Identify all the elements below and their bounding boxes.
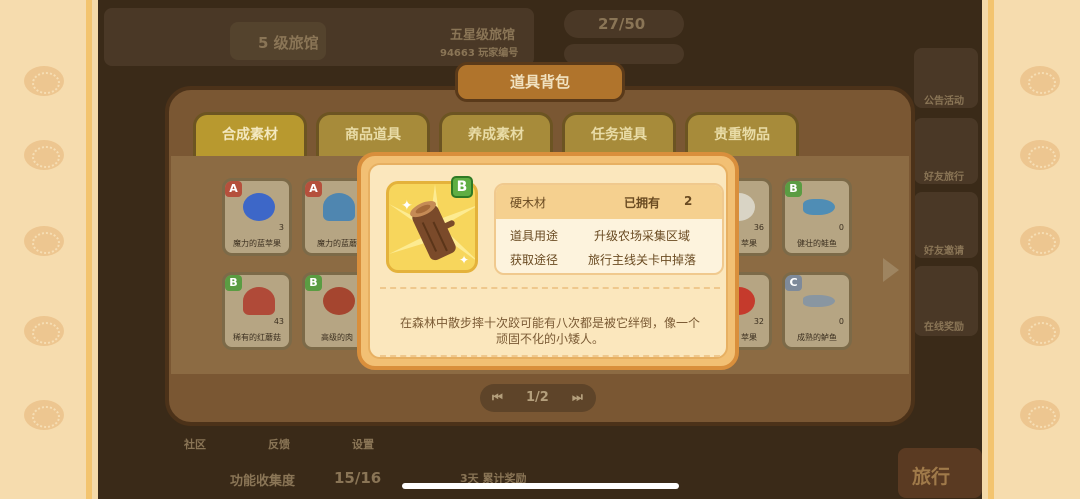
tab-quest-items[interactable]: 任务道具 (562, 112, 676, 156)
last-page-icon[interactable]: ⏭ (572, 390, 583, 405)
secondary-bar (564, 44, 684, 64)
grade-badge: C (785, 275, 802, 291)
paw-pattern-icon (24, 226, 64, 256)
grade-badge: B (451, 176, 473, 198)
paw-pattern-icon (1020, 400, 1060, 430)
nav-settings[interactable]: 设置 (352, 436, 374, 452)
item-slot[interactable]: C 0 成熟的鲈鱼 (782, 272, 852, 350)
left-pattern-panel (0, 0, 92, 499)
source-value: 旅行主线关卡中掉落 (588, 253, 697, 267)
side-menu-label: 公告活动 (924, 96, 964, 107)
bass-icon (803, 295, 835, 307)
travel-button-label: 旅行 (912, 466, 951, 488)
item-name: 成熟的鲈鱼 (797, 333, 837, 342)
tab-growth-materials[interactable]: 养成素材 (439, 112, 553, 156)
hotel-level-text: 5 级旅馆 (258, 34, 319, 52)
item-name: 硬木材 (510, 196, 547, 210)
svg-text:✦: ✦ (459, 253, 469, 267)
hotel-name-text: 五星级旅馆 (450, 28, 516, 43)
divider (380, 287, 720, 289)
item-count: 3 (278, 223, 284, 232)
meat-icon (323, 287, 355, 315)
item-detail-popup: ✦ ✦ 硬木材 已拥有 2 道具用途 升级农场采集区域 获取途径 旅行主线关卡中… (357, 152, 739, 370)
item-name: 魔力的蓝苹果 (233, 239, 281, 248)
item-detail-body: ✦ ✦ 硬木材 已拥有 2 道具用途 升级农场采集区域 获取途径 旅行主线关卡中… (368, 163, 728, 359)
tab-valuables[interactable]: 贵重物品 (685, 112, 799, 156)
collection-label: 功能收集度 (230, 474, 296, 489)
collection-value: 15/16 (334, 469, 382, 487)
hotel-id-text: 94663 玩家编号 (440, 48, 519, 59)
paw-pattern-icon (24, 316, 64, 346)
svg-text:✦: ✦ (401, 198, 413, 214)
item-name: 稀有的红蘑菇 (233, 333, 281, 342)
paw-pattern-icon (1020, 226, 1060, 256)
grade-badge: B (225, 275, 242, 291)
salmon-icon (803, 199, 835, 215)
usage-value: 升级农场采集区域 (594, 229, 691, 243)
paw-pattern-icon (1020, 316, 1060, 346)
first-page-icon[interactable]: ⏮ (492, 390, 503, 405)
divider (380, 355, 720, 357)
grade-badge: A (305, 181, 322, 197)
item-count: 0 (838, 223, 844, 232)
page-indicator: 1/2 (526, 390, 549, 405)
paw-pattern-icon (24, 66, 64, 96)
backpack-title: 道具背包 (455, 62, 625, 102)
nav-community[interactable]: 社区 (184, 436, 206, 452)
item-name: 健壮的鲑鱼 (797, 239, 837, 248)
item-count: 43 (273, 317, 284, 326)
owned-count: 2 (684, 194, 693, 208)
blue-mushroom-icon (323, 193, 355, 221)
item-slot[interactable]: B 0 健壮的鲑鱼 (782, 178, 852, 256)
tab-product-items[interactable]: 商品道具 (316, 112, 430, 156)
side-menu-label: 在线奖励 (924, 322, 964, 333)
side-menu-label: 好友旅行 (924, 172, 964, 183)
source-label: 获取途径 (510, 253, 559, 267)
energy-value: 27/50 (598, 15, 646, 33)
item-slot[interactable]: A 3 魔力的蓝苹果 (222, 178, 292, 256)
pager: ⏮ 1/2 ⏭ (480, 384, 596, 412)
nav-feedback[interactable]: 反馈 (268, 436, 290, 452)
usage-label: 道具用途 (510, 229, 559, 243)
owned-label: 已拥有 (624, 196, 661, 210)
grade-badge: B (785, 181, 802, 197)
right-pattern-panel (988, 0, 1080, 499)
grade-badge: B (305, 275, 322, 291)
blue-apple-icon (243, 193, 275, 221)
item-count: 32 (753, 317, 764, 326)
item-info-card: 硬木材 已拥有 2 道具用途 升级农场采集区域 获取途径 旅行主线关卡中掉落 (494, 183, 724, 275)
paw-pattern-icon (24, 140, 64, 170)
next-page-arrow-icon[interactable] (883, 258, 899, 282)
tab-crafting-materials[interactable]: 合成素材 (193, 112, 307, 156)
item-slot[interactable]: B 43 稀有的红蘑菇 (222, 272, 292, 350)
item-count: 0 (838, 317, 844, 326)
paw-pattern-icon (1020, 66, 1060, 96)
paw-pattern-icon (24, 400, 64, 430)
red-mushroom-icon (243, 287, 275, 315)
item-count: 36 (753, 223, 764, 232)
grade-badge: A (225, 181, 242, 197)
item-description: 在森林中散步摔十次跤可能有八次都是被它绊倒，像一个顽固不化的小矮人。 (400, 316, 701, 346)
paw-pattern-icon (1020, 140, 1060, 170)
home-indicator[interactable] (402, 483, 679, 489)
side-menu-label: 好友邀请 (924, 246, 964, 257)
